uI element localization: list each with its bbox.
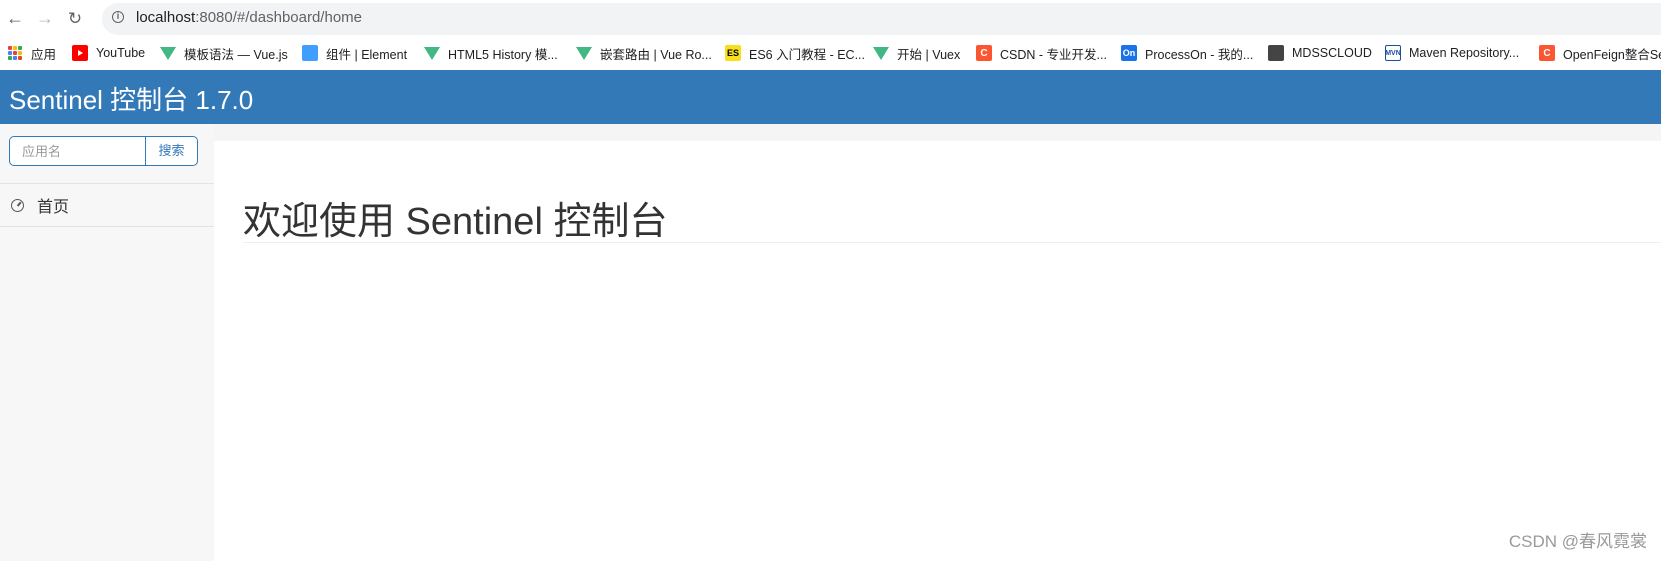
vue-icon — [424, 45, 440, 61]
vue-icon — [576, 45, 592, 61]
youtube-icon — [72, 45, 88, 61]
globe-icon — [1268, 45, 1284, 61]
element-icon — [302, 45, 318, 61]
bookmark-label: MDSSCLOUD — [1292, 46, 1372, 60]
bookmark-label: OpenFeign整合Se — [1563, 47, 1661, 62]
search-button[interactable]: 搜索 — [145, 136, 198, 166]
maven-icon: MVN — [1385, 45, 1401, 61]
sidebar: 搜索 首页 — [0, 124, 214, 561]
bookmark-label: Maven Repository... — [1409, 46, 1520, 60]
bookmark-element[interactable]: 组件 | Element — [302, 43, 407, 63]
browser-toolbar: ← → ↻ i localhost:8080/#/dashboard/home — [0, 0, 1661, 36]
bookmark-es6[interactable]: ES ES6 入门教程 - EC... — [725, 43, 865, 63]
bookmark-vuex[interactable]: 开始 | Vuex — [873, 43, 960, 63]
bookmark-vue-template[interactable]: 模板语法 — Vue.js — [160, 43, 288, 63]
bookmark-label: 开始 | Vuex — [897, 47, 961, 62]
sidebar-divider — [0, 226, 214, 227]
main-top-strip — [214, 124, 1661, 141]
title-divider — [243, 242, 1661, 243]
bookmark-label: ProcessOn - 我的... — [1145, 47, 1254, 62]
bookmark-label: YouTube — [96, 46, 146, 60]
bookmark-youtube[interactable]: YouTube — [72, 43, 145, 63]
bookmark-label: 应用 — [31, 47, 57, 62]
bookmark-html5-history[interactable]: HTML5 History 模... — [424, 43, 558, 63]
clock-icon — [11, 198, 24, 212]
url-path: :8080/#/dashboard/home — [195, 9, 362, 26]
forward-arrow-icon[interactable]: → — [34, 7, 56, 29]
csdn-icon: C — [976, 45, 992, 61]
app-search-input[interactable] — [9, 136, 145, 166]
bookmark-label: 嵌套路由 | Vue Ro... — [600, 47, 712, 62]
watermark: CSDN @春风霓裳 — [1508, 532, 1647, 551]
info-icon[interactable]: i — [112, 11, 124, 23]
csdn-icon: C — [1539, 45, 1555, 61]
reload-icon[interactable]: ↻ — [64, 7, 86, 29]
bookmark-openfeign[interactable]: C OpenFeign整合Se — [1539, 43, 1661, 63]
bookmark-label: CSDN - 专业开发... — [1000, 47, 1107, 62]
back-arrow-icon[interactable]: ← — [4, 7, 26, 29]
bookmark-label: HTML5 History 模... — [448, 47, 558, 62]
processon-icon: On — [1121, 45, 1137, 61]
bookmark-label: ES6 入门教程 - EC... — [749, 47, 865, 62]
sidebar-item-home[interactable]: 首页 — [0, 184, 214, 226]
bookmark-label: 组件 | Element — [326, 47, 408, 62]
sidebar-item-label: 首页 — [37, 199, 70, 216]
bookmark-label: 模板语法 — Vue.js — [184, 47, 288, 62]
bookmark-maven[interactable]: MVN Maven Repository... — [1385, 43, 1519, 63]
vue-icon — [873, 45, 889, 61]
bookmark-mdsscloud[interactable]: MDSSCLOUD — [1268, 43, 1372, 63]
page-title: 欢迎使用 Sentinel 控制台 — [243, 201, 668, 243]
bookmarks-bar: 应用 YouTube 模板语法 — Vue.js 组件 | Element HT… — [0, 36, 1661, 71]
bookmark-processon[interactable]: On ProcessOn - 我的... — [1121, 43, 1253, 63]
app-title[interactable]: Sentinel 控制台 1.7.0 — [9, 80, 253, 117]
bookmark-apps[interactable]: 应用 — [7, 43, 56, 63]
app-header: Sentinel 控制台 1.7.0 — [0, 70, 1661, 124]
bookmark-csdn[interactable]: C CSDN - 专业开发... — [976, 43, 1107, 63]
es-icon: ES — [725, 45, 741, 61]
apps-grid-icon — [7, 45, 23, 61]
vue-icon — [160, 45, 176, 61]
url-text[interactable]: localhost:8080/#/dashboard/home — [136, 9, 362, 26]
url-host: localhost — [136, 9, 196, 26]
bookmark-vue-router[interactable]: 嵌套路由 | Vue Ro... — [576, 43, 712, 63]
